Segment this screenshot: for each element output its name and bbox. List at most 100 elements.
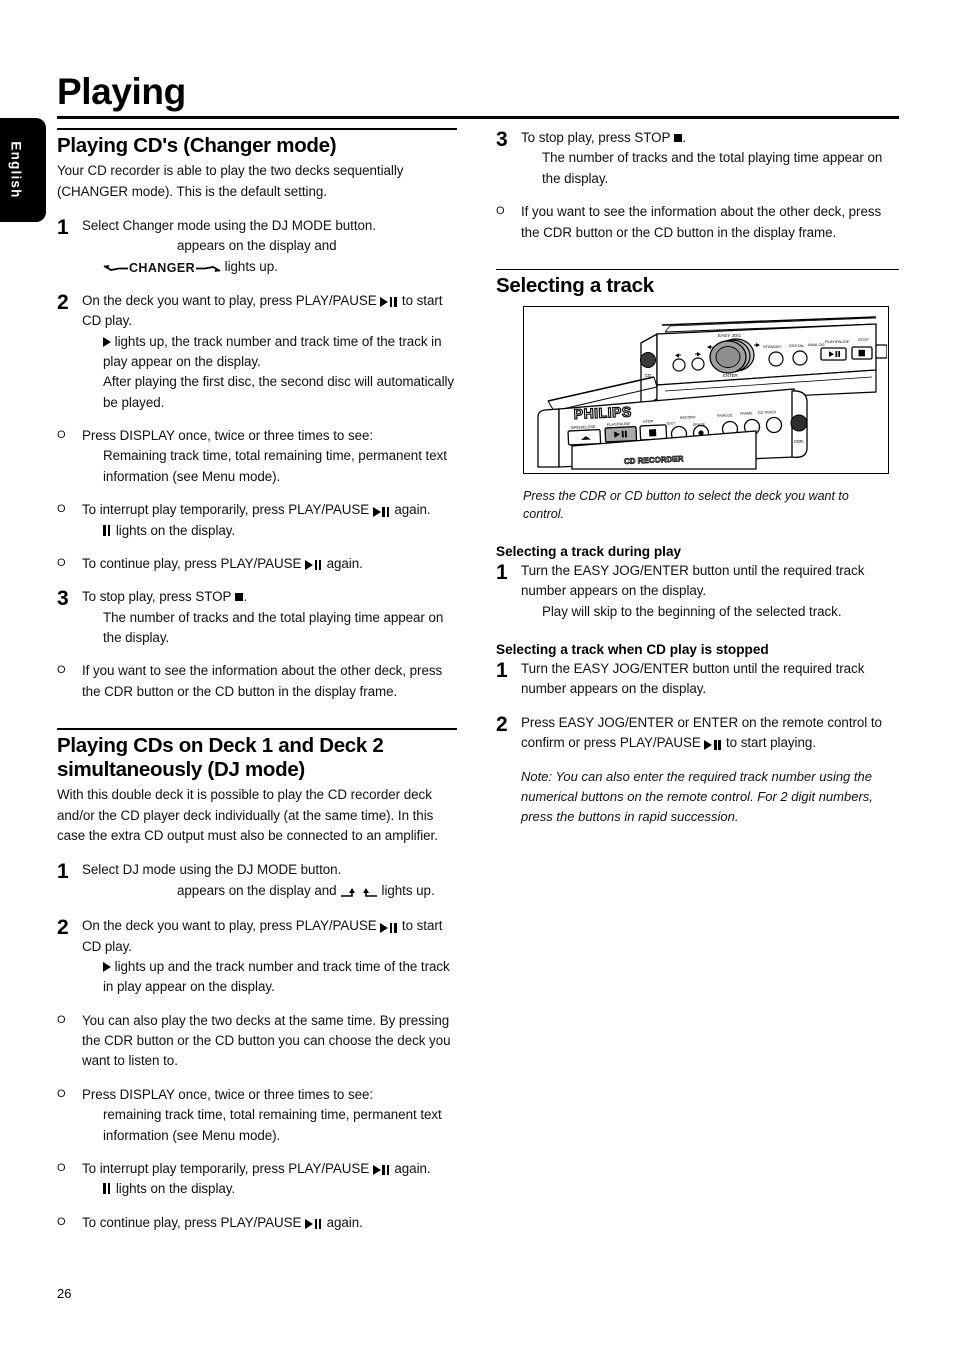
note-row: Note: You can also enter the required tr… [496,753,899,839]
bullet-line: If you want to see the information about… [82,663,443,699]
bullet-content: To interrupt play temporarily, press PLA… [82,1159,457,1200]
step-line-head: To stop play, press STOP [521,130,671,145]
svg-text:STOP: STOP [858,337,869,342]
step-line: Select Changer mode using the DJ MODE bu… [82,218,376,234]
changer-indicator: CHANGER [103,259,221,278]
svg-text:PHILIPS: PHILIPS [573,404,632,423]
bullet-line-tail: again. [394,502,431,518]
bullet-line: You can also play the two decks at the s… [82,1012,451,1069]
play-pause-icon [704,739,722,750]
dj-mode-indicator-deck2-icon [361,883,378,903]
section-divider [496,268,899,271]
step-number: 1 [496,658,508,682]
step-subline: lights up and the track number and track… [103,957,457,998]
play-icon [103,336,111,347]
bullet-line: To interrupt play temporarily, press PLA… [82,1159,457,1179]
bullet-line-tail: again. [394,1160,431,1176]
step-line: To stop play, press STOP . [521,128,899,148]
step-line: Turn the EASY JOG/ENTER button until the… [521,562,865,599]
step-content: Select Changer mode using the DJ MODE bu… [82,216,457,278]
section-heading-dj-mode: Playing CDs on Deck 1 and Deck 2 simulta… [57,733,384,781]
dj-mode-indicator-deck1-icon [340,883,357,903]
step-line: On the deck you want to play, press PLAY… [82,916,457,957]
step-line-head: On the deck you want to play, press PLAY… [82,292,377,308]
svg-text:ANALOG: ANALOG [808,342,825,347]
bullet-content: Press DISPLAY once, twice or three times… [82,1085,457,1146]
step-content: To stop play, press STOP . The number of… [82,587,457,648]
bullet-item: O You can also play the two decks at the… [57,1011,457,1072]
step-item: 1 Select Changer mode using the DJ MODE … [57,216,457,278]
svg-text:FRAME: FRAME [740,412,753,417]
bullet-marker: O [57,1215,66,1228]
bullet-line-tail: again. [326,1214,363,1230]
language-tab-label: English [8,141,24,199]
play-pause-icon [305,1219,323,1230]
step-content: On the deck you want to play, press PLAY… [82,291,457,413]
bullet-line-head: To interrupt play temporarily, press PLA… [82,1160,370,1176]
bullet-line: To continue play, press PLAY/PAUSE again… [82,554,457,574]
step-subline: Play will skip to the beginning of the s… [542,603,842,619]
step-subline: The number of tracks and the total playi… [103,609,444,646]
step-line: CHANGER lights up. [103,257,457,278]
section-intro-dj-mode: With this double deck it is possible to … [57,787,438,844]
svg-text:CD TRACK: CD TRACK [758,410,777,415]
section-divider [57,128,457,130]
step-subline-text: lights up, the track number and track ti… [103,333,442,369]
svg-text:DIGITAL: DIGITAL [789,343,805,348]
svg-text:PLAY/PAUSE: PLAY/PAUSE [825,339,850,344]
step-line-tail: lights up. [224,258,278,274]
step-line-head: appears on the display and [177,882,337,898]
bullet-line: To continue play, press PLAY/PAUSE again… [82,1213,457,1233]
left-column: Playing CD's (Changer mode) Your CD reco… [57,128,457,1233]
step-line-head: To stop play, press STOP [82,589,232,605]
bullet-content: You can also play the two decks at the s… [82,1011,457,1072]
step-content: Select DJ mode using the DJ MODE button.… [82,860,457,903]
step-subline-text: lights up and the track number and track… [103,958,450,995]
step-number: 2 [57,290,69,314]
play-icon [103,961,111,972]
bullet-marker: O [57,664,66,677]
step-item: 1 Turn the EASY JOG/ENTER button until t… [496,561,899,622]
section-heading-changer-mode: Playing CD's (Changer mode) [57,133,337,157]
step-number: 1 [57,216,69,240]
step-line: On the deck you want to play, press PLAY… [82,291,457,332]
bullet-item: O To continue play, press PLAY/PAUSE aga… [57,554,457,574]
bullet-line: Press DISPLAY once, twice or three times… [82,428,374,444]
step-line-tail: . [243,589,247,605]
step-line-head: On the deck you want to play, press PLAY… [82,918,377,934]
play-pause-icon [380,297,398,308]
bullet-line-head: To continue play, press PLAY/PAUSE [82,555,302,571]
bullet-content: If you want to see the information about… [82,661,457,702]
bullet-marker: O [57,556,66,569]
bullet-content: To interrupt play temporarily, press PLA… [82,500,457,541]
play-pause-icon [380,922,398,933]
subheading-selecting-during-play: Selecting a track during play [496,543,682,559]
bullet-item: O To interrupt play temporarily, press P… [57,1159,457,1200]
bullet-content: Press DISPLAY once, twice or three times… [82,426,457,487]
play-pause-icon [372,506,391,517]
play-pause-icon [372,1165,391,1176]
bullet-item: O If you want to see the information abo… [496,202,899,243]
right-column: 3 To stop play, press STOP . The number … [496,128,899,840]
svg-text:ENTER: ENTER [723,373,738,378]
step-item: 2 On the deck you want to play, press PL… [57,291,457,413]
step-item: 1 Turn the EASY JOG/ENTER button until t… [496,659,899,700]
bullet-content: To continue play, press PLAY/PAUSE again… [82,1213,457,1233]
bullet-line: Press DISPLAY once, twice or three times… [82,1086,374,1102]
title-divider [57,116,899,119]
step-line: appears on the display and lights up. [177,881,457,903]
step-content: Turn the EASY JOG/ENTER button until the… [521,561,899,622]
step-content: Press EASY JOG/ENTER or ENTER on the rem… [521,713,899,754]
svg-text:EASY JOG: EASY JOG [718,333,741,338]
bullet-item: O If you want to see the information abo… [57,661,457,702]
section-divider [57,728,457,730]
bullet-content: To continue play, press PLAY/PAUSE again… [82,554,457,574]
step-subline: After playing the first disc, the second… [103,374,455,410]
bullet-subline: remaining track time, total remaining ti… [103,1107,442,1143]
step-line-head: Press EASY JOG/ENTER or ENTER on the rem… [521,714,882,751]
figure-caption: Press the CDR or CD button to select the… [523,489,849,522]
language-tab: English [0,118,46,222]
bullet-line-head: To interrupt play temporarily, press PLA… [82,502,370,518]
